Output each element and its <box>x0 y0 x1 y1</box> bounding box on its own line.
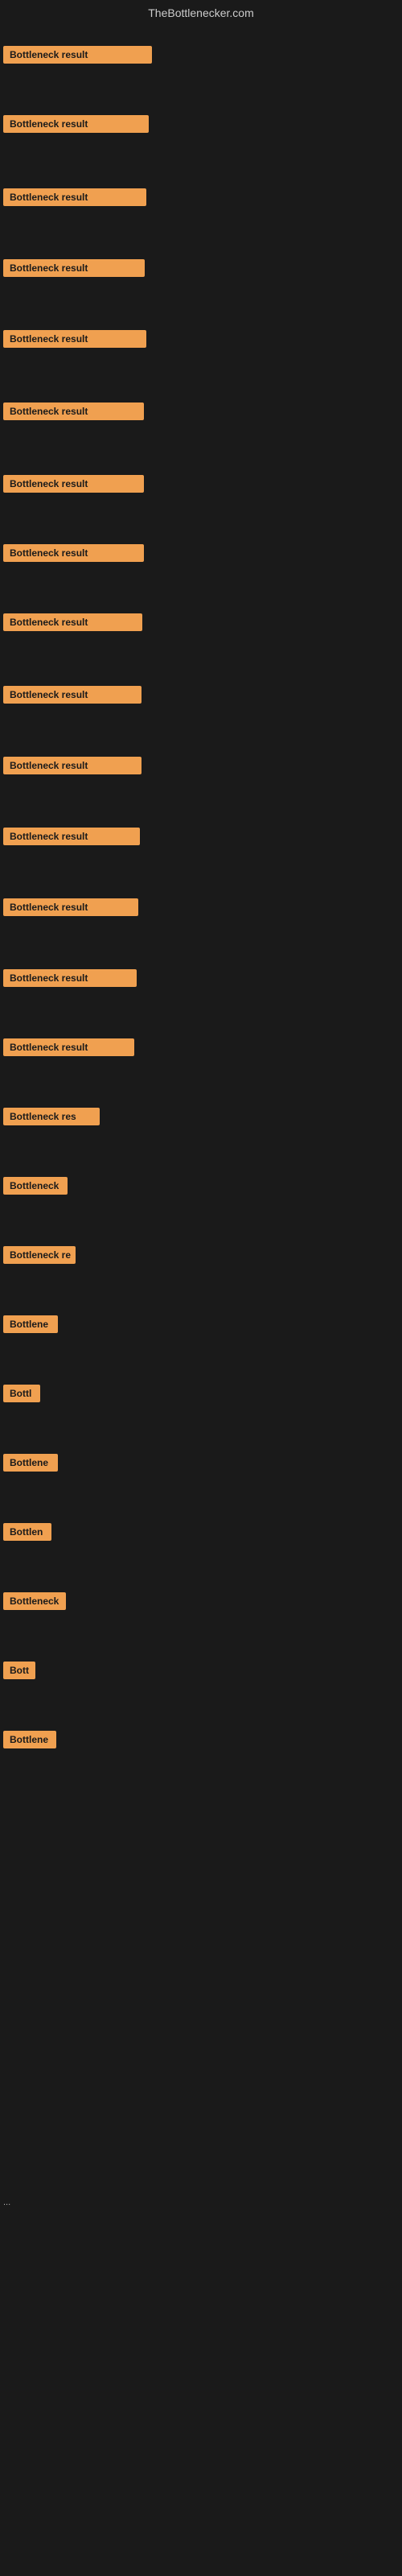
bottleneck-item[interactable]: Bottleneck result <box>3 1038 134 1060</box>
bottleneck-item[interactable]: Bottleneck result <box>3 686 142 708</box>
bottleneck-item[interactable]: Bottlene <box>3 1454 58 1476</box>
bottleneck-label: Bottleneck result <box>3 259 145 277</box>
bottleneck-label: Bottleneck result <box>3 115 149 133</box>
bottleneck-label: Bottleneck result <box>3 46 152 64</box>
bottleneck-label: Bottleneck result <box>3 1038 134 1056</box>
bottleneck-label: Bottleneck result <box>3 544 144 562</box>
bottleneck-label: Bottleneck <box>3 1592 66 1610</box>
ellipsis-indicator: ... <box>3 2198 10 2207</box>
bottleneck-item[interactable]: Bottleneck result <box>3 544 144 566</box>
bottleneck-label: Bottleneck <box>3 1177 68 1195</box>
bottleneck-item[interactable]: Bottleneck result <box>3 613 142 635</box>
bottleneck-label: Bottlene <box>3 1315 58 1333</box>
bottleneck-item[interactable]: Bottleneck result <box>3 188 146 210</box>
bottleneck-label: Bottleneck res <box>3 1108 100 1125</box>
bottleneck-label: Bottleneck result <box>3 898 138 916</box>
site-header: TheBottlenecker.com <box>0 0 402 23</box>
bottleneck-item[interactable]: Bottleneck result <box>3 898 138 920</box>
bottleneck-item[interactable]: Bottleneck result <box>3 259 145 281</box>
bottleneck-label: Bottleneck result <box>3 969 137 987</box>
bottleneck-label: Bottleneck result <box>3 613 142 631</box>
bottleneck-label: Bottleneck result <box>3 757 142 774</box>
bottleneck-item[interactable]: Bottleneck <box>3 1592 66 1614</box>
bottleneck-item[interactable]: Bottleneck result <box>3 115 149 137</box>
bottleneck-label: Bottleneck result <box>3 188 146 206</box>
site-title: TheBottlenecker.com <box>148 6 254 19</box>
bottleneck-label: Bottleneck result <box>3 402 144 420</box>
bottleneck-item[interactable]: Bottleneck result <box>3 969 137 991</box>
bottleneck-item[interactable]: Bott <box>3 1662 35 1683</box>
bottleneck-label: Bott <box>3 1662 35 1679</box>
bottleneck-label: Bottlene <box>3 1454 58 1472</box>
bottleneck-item[interactable]: Bottl <box>3 1385 40 1406</box>
bottleneck-label: Bottlen <box>3 1523 51 1541</box>
bottleneck-item[interactable]: Bottlen <box>3 1523 51 1545</box>
bottleneck-label: Bottleneck re <box>3 1246 76 1264</box>
bottleneck-item[interactable]: Bottleneck result <box>3 757 142 778</box>
bottleneck-label: Bottlene <box>3 1731 56 1748</box>
bottleneck-item[interactable]: Bottlene <box>3 1731 56 1752</box>
bottleneck-label: Bottl <box>3 1385 40 1402</box>
bottleneck-label: Bottleneck result <box>3 330 146 348</box>
bottleneck-label: Bottleneck result <box>3 475 144 493</box>
bottleneck-item[interactable]: Bottleneck result <box>3 46 152 68</box>
bottleneck-label: Bottleneck result <box>3 686 142 704</box>
bottleneck-item[interactable]: Bottlene <box>3 1315 58 1337</box>
bottleneck-label: Bottleneck result <box>3 828 140 845</box>
bottleneck-item[interactable]: Bottleneck re <box>3 1246 76 1268</box>
bottleneck-item[interactable]: Bottleneck result <box>3 828 140 849</box>
bottleneck-item[interactable]: Bottleneck res <box>3 1108 100 1129</box>
bottleneck-item[interactable]: Bottleneck result <box>3 475 144 497</box>
bottleneck-item[interactable]: Bottleneck result <box>3 330 146 352</box>
bottleneck-item[interactable]: Bottleneck <box>3 1177 68 1199</box>
bottleneck-item[interactable]: Bottleneck result <box>3 402 144 424</box>
